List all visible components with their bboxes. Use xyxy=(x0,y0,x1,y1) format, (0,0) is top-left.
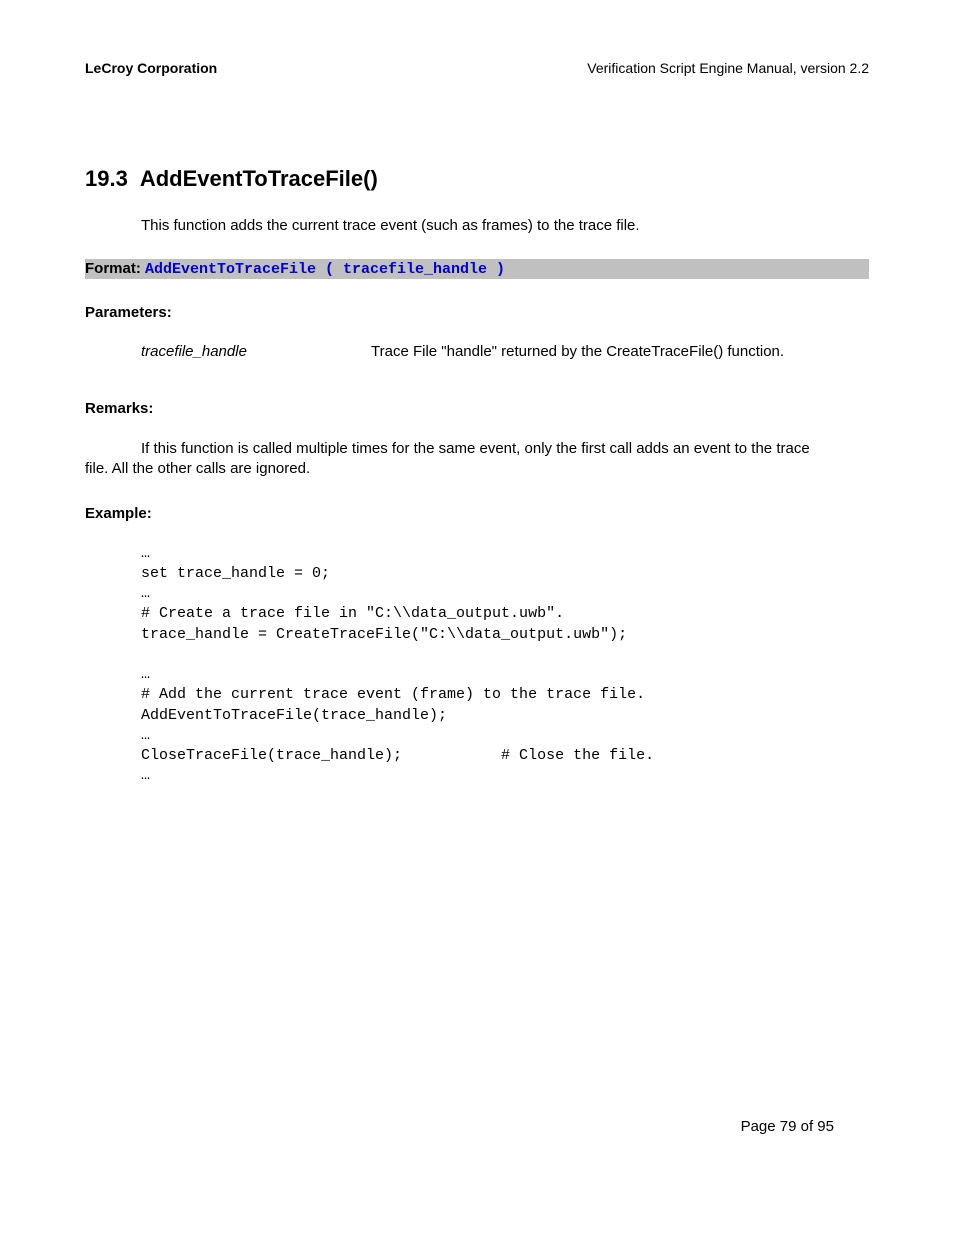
format-code: AddEventToTraceFile ( tracefile_handle ) xyxy=(145,261,505,278)
example-label: Example: xyxy=(85,505,869,522)
parameters-label: Parameters: xyxy=(85,304,869,321)
format-label: Format: xyxy=(85,260,145,277)
page-header: LeCroy Corporation Verification Script E… xyxy=(85,60,869,76)
remarks-line2: file. All the other calls are ignored. xyxy=(85,460,310,477)
page-number: Page 79 of 95 xyxy=(741,1118,834,1135)
section-description: This function adds the current trace eve… xyxy=(141,217,869,234)
remarks-label: Remarks: xyxy=(85,400,869,417)
section-number: 19.3 xyxy=(85,166,128,191)
parameter-row: tracefile_handle Trace File "handle" ret… xyxy=(141,343,869,360)
header-company: LeCroy Corporation xyxy=(85,60,217,76)
format-bar: Format: AddEventToTraceFile ( tracefile_… xyxy=(85,259,869,279)
header-manual-title: Verification Script Engine Manual, versi… xyxy=(587,60,869,76)
section-heading: 19.3 AddEventToTraceFile() xyxy=(85,166,869,192)
parameter-description: Trace File "handle" returned by the Crea… xyxy=(371,343,869,360)
example-code: … set trace_handle = 0; … # Create a tra… xyxy=(141,544,869,787)
section-title: AddEventToTraceFile() xyxy=(140,166,378,191)
remarks-text: If this function is called multiple time… xyxy=(85,439,869,480)
parameter-name: tracefile_handle xyxy=(141,343,371,360)
document-page: LeCroy Corporation Verification Script E… xyxy=(0,0,954,1235)
remarks-line1: If this function is called multiple time… xyxy=(141,440,810,457)
